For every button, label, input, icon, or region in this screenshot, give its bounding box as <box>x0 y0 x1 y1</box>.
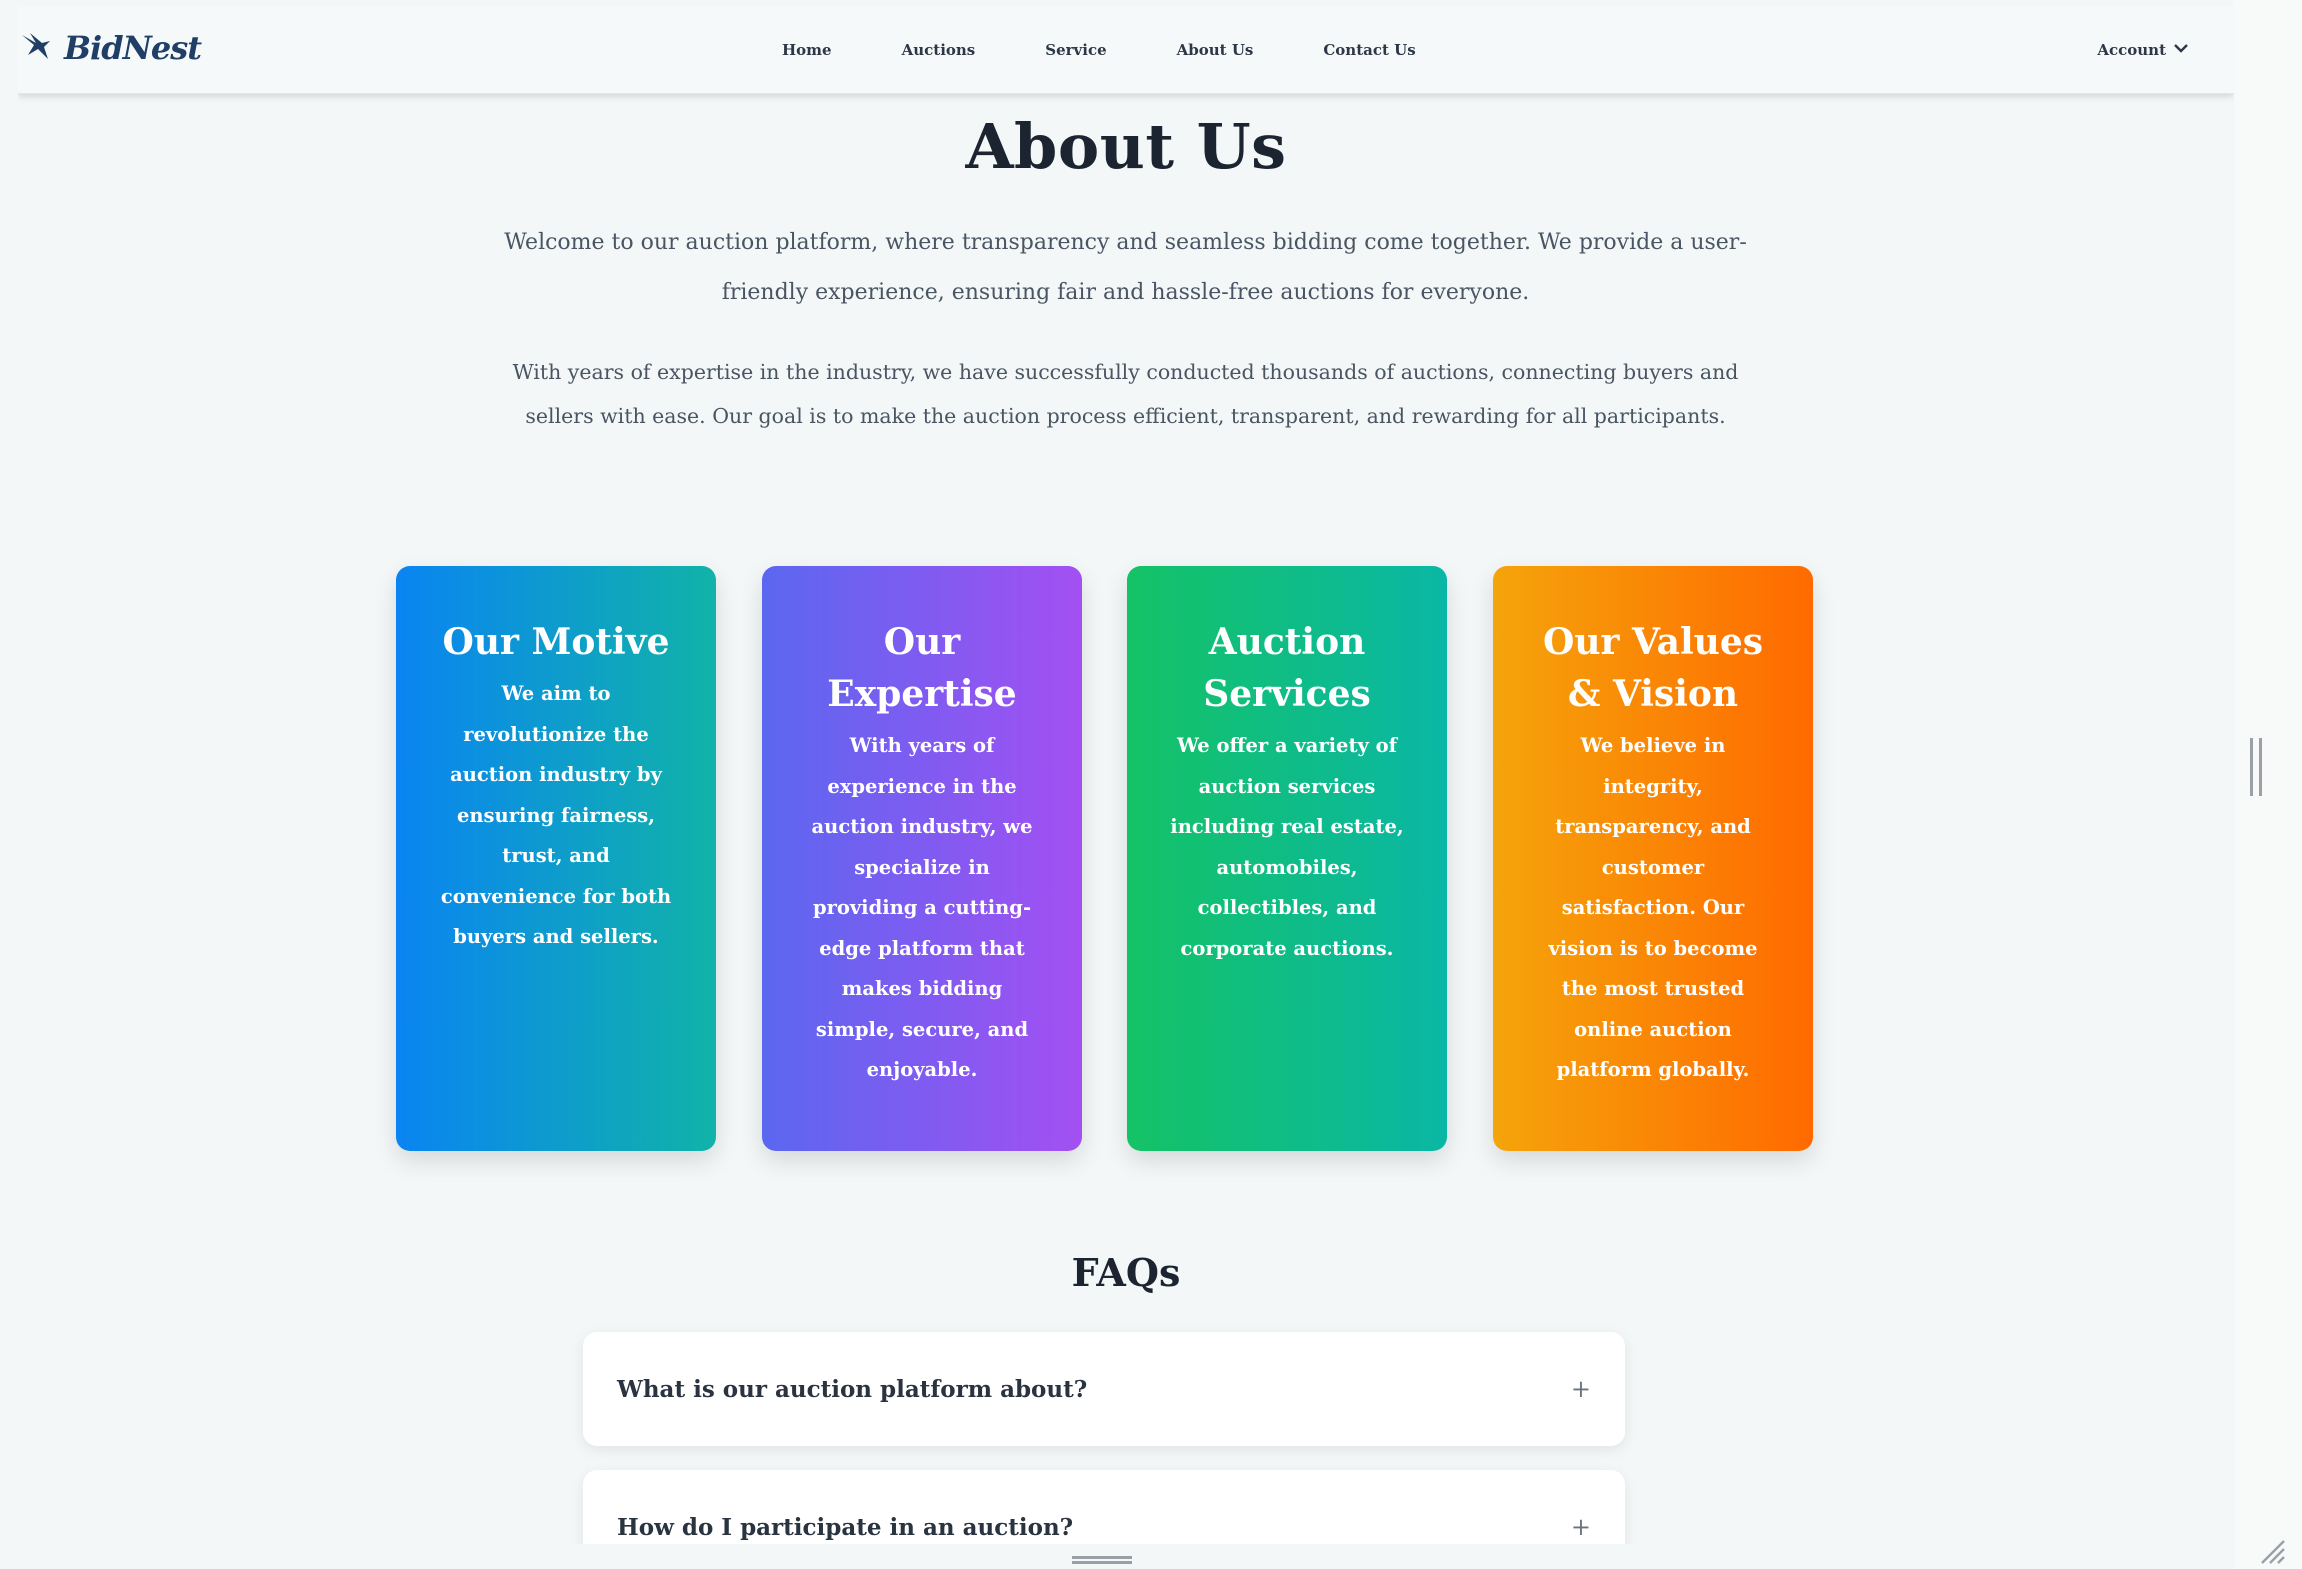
faq-title: FAQs <box>1071 1250 1181 1295</box>
card-our-motive: Our Motive We aim to revolutionize the a… <box>396 566 716 1151</box>
intro-paragraph-1: Welcome to our auction platform, where t… <box>504 230 1747 305</box>
intro-paragraph-2: With years of expertise in the industry,… <box>512 360 1739 428</box>
card-title: Our Values & Vision <box>1542 621 1763 715</box>
faq-question: What is our auction platform about? <box>617 1375 1088 1403</box>
account-menu[interactable]: Account <box>2097 6 2188 94</box>
nav-link-auctions[interactable]: Auctions <box>902 41 976 59</box>
nav-link-home[interactable]: Home <box>782 41 832 59</box>
browser-viewport: BidNest Home Auctions Service About Us C… <box>18 6 2234 1544</box>
card-title: Our Motive <box>442 621 670 663</box>
account-label: Account <box>2097 41 2166 59</box>
vertical-resize-handle[interactable] <box>2250 738 2262 796</box>
main-nav: Home Auctions Service About Us Contact U… <box>782 6 1416 94</box>
card-values-vision: Our Values & Vision We believe in integr… <box>1493 566 1813 1151</box>
hawk-logo-icon <box>20 29 54 67</box>
card-text: We aim to revolutionize the auction indu… <box>440 682 672 948</box>
card-title: Our Expertise <box>827 621 1017 715</box>
resize-grip-icon[interactable] <box>2256 1535 2286 1565</box>
horizontal-resize-handle[interactable] <box>1072 1556 1132 1564</box>
card-title: Auction Services <box>1203 621 1371 715</box>
brand-name: BidNest <box>64 29 202 67</box>
page-title: About Us <box>965 110 1287 183</box>
card-text: With years of experience in the auction … <box>811 734 1033 1081</box>
brand-logo[interactable]: BidNest <box>20 26 202 70</box>
faq-item[interactable]: What is our auction platform about? + <box>583 1332 1625 1446</box>
faq-question: How do I participate in an auction? <box>617 1513 1074 1541</box>
card-auction-services: Auction Services We offer a variety of a… <box>1127 566 1447 1151</box>
side-panel-rail <box>2234 0 2302 1569</box>
navbar: BidNest Home Auctions Service About Us C… <box>18 6 2234 94</box>
plus-icon[interactable]: + <box>1571 1375 1591 1403</box>
nav-link-contact-us[interactable]: Contact Us <box>1323 41 1415 59</box>
plus-icon[interactable]: + <box>1571 1513 1591 1541</box>
nav-link-about-us[interactable]: About Us <box>1177 41 1254 59</box>
card-text: We offer a variety of auction services i… <box>1170 734 1404 960</box>
faq-item[interactable]: How do I participate in an auction? + <box>583 1470 1625 1544</box>
card-text: We believe in integrity, transparency, a… <box>1548 734 1758 1081</box>
card-our-expertise: Our Expertise With years of experience i… <box>762 566 1082 1151</box>
nav-link-service[interactable]: Service <box>1045 41 1106 59</box>
chevron-down-icon <box>2174 41 2188 57</box>
